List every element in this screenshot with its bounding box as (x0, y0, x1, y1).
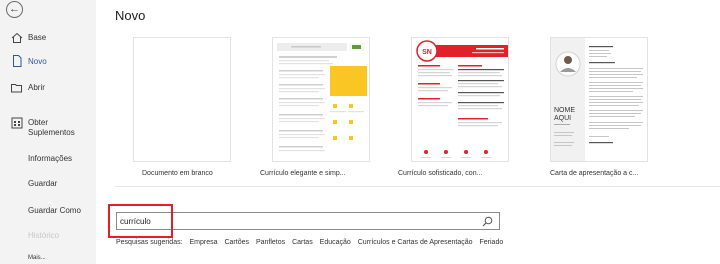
template-cover-letter[interactable]: NOME AQUI (550, 37, 648, 162)
template-name-line1: NOME (554, 107, 575, 114)
suggestion-link[interactable]: Empresa (190, 239, 218, 246)
sidebar-item-guardar[interactable]: Guardar (28, 179, 57, 188)
template-thumbnail-sophisticated: SN (416, 40, 508, 158)
suggestion-link[interactable]: Panfletos (256, 239, 285, 246)
sidebar-item-label: Novo (28, 57, 47, 66)
suggestion-link[interactable]: Feriado (480, 239, 504, 246)
arrow-left-icon: ← (9, 3, 20, 15)
template-sophisticated-resume[interactable]: SN (411, 37, 509, 162)
sidebar-item-guardar-como[interactable]: Guardar Como (28, 206, 81, 215)
sidebar-item-label: Base (28, 33, 47, 42)
suggestion-link[interactable]: Cartões (224, 239, 249, 246)
template-elegant-resume[interactable] (272, 37, 370, 162)
annotation-highlight-box (108, 204, 173, 238)
suggestion-link[interactable]: Currículos e Cartas de Apresentação (358, 239, 473, 246)
template-name-line2: AQUI (554, 115, 571, 122)
new-document-icon (13, 55, 22, 67)
template-thumbnail-elegant (277, 43, 367, 152)
sidebar-item-informacoes[interactable]: Informações (28, 154, 72, 163)
template-label: Currículo elegante e simp... (260, 170, 346, 177)
suggested-searches: Pesquisas sugeridas: Empresa Cartões Pan… (116, 239, 508, 246)
sidebar-item-label: Obter (28, 118, 49, 127)
sidebar-item-base[interactable]: Base (0, 31, 96, 45)
sidebar-item-label: Abrir (28, 83, 45, 92)
template-blank-document[interactable] (133, 37, 231, 162)
search-icon[interactable] (482, 216, 493, 227)
home-icon (11, 32, 23, 43)
page-title: Novo (115, 8, 146, 23)
sidebar-item-historico: Histórico (28, 231, 60, 240)
template-label: Documento em branco (142, 170, 213, 177)
suggestion-link[interactable]: Cartas (292, 239, 313, 246)
template-search-box[interactable] (116, 212, 500, 230)
backstage-sidebar: ← Base Novo Abrir Obter Suplementos Info… (0, 0, 96, 264)
sidebar-item-obter-suplementos[interactable]: Obter Suplementos (0, 116, 96, 140)
sidebar-item-label: Suplementos (28, 128, 75, 137)
template-label: Carta de apresentação a c... (550, 170, 639, 177)
divider (115, 186, 720, 187)
sidebar-item-novo[interactable]: Novo (0, 55, 96, 69)
suggested-searches-label: Pesquisas sugeridas: (116, 239, 183, 246)
main-pane: Novo Documento em branco Currículo elega… (96, 0, 720, 264)
template-thumbnail-cover-letter: NOME AQUI (551, 38, 643, 161)
folder-icon (11, 84, 22, 93)
sidebar-item-mais[interactable]: Mais... (28, 255, 46, 261)
suggestion-link[interactable]: Educação (320, 239, 351, 246)
template-label: Currículo sofisticado, con... (398, 170, 483, 177)
sidebar-item-abrir[interactable]: Abrir (0, 81, 96, 95)
back-button[interactable]: ← (6, 1, 23, 18)
template-initials: SN (422, 49, 432, 56)
store-icon (11, 117, 23, 129)
